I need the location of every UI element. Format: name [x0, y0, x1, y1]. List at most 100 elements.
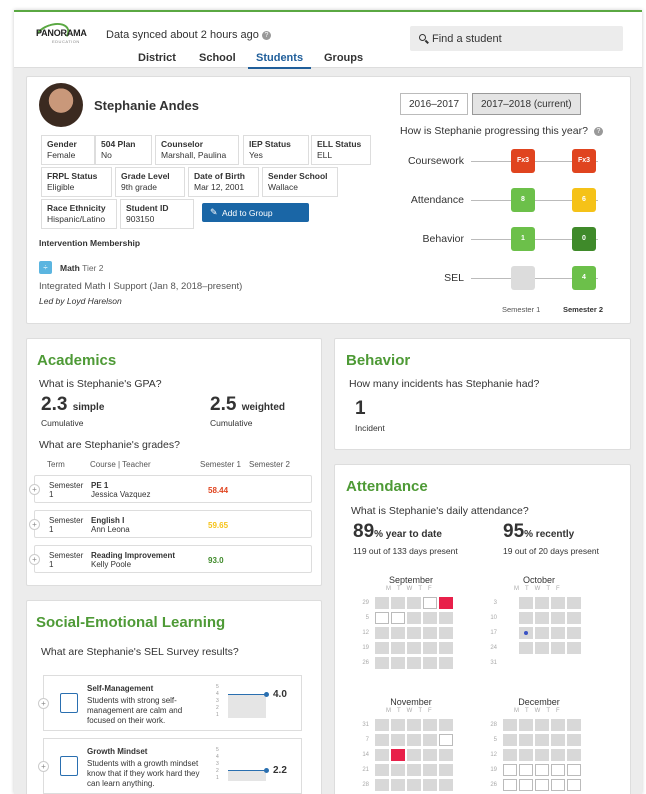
- progress-sem2-badge[interactable]: 4: [572, 266, 596, 290]
- calendar-day[interactable]: [375, 627, 389, 639]
- calendar-day[interactable]: [535, 749, 549, 761]
- calendar-day[interactable]: [391, 764, 405, 776]
- calendar-day[interactable]: [551, 612, 565, 624]
- calendar-day[interactable]: [439, 779, 453, 791]
- calendar-day[interactable]: [407, 779, 421, 791]
- progress-sem2-badge[interactable]: 6: [572, 188, 596, 212]
- calendar-day[interactable]: [423, 734, 437, 746]
- calendar-day[interactable]: [551, 642, 565, 654]
- calendar-day[interactable]: [375, 612, 389, 624]
- calendar-day[interactable]: [519, 764, 533, 776]
- calendar-day[interactable]: [423, 657, 437, 669]
- nav-groups[interactable]: Groups: [324, 52, 363, 64]
- calendar-day[interactable]: [375, 779, 389, 791]
- add-to-group-button[interactable]: ✎ Add to Group: [202, 203, 309, 222]
- calendar-day[interactable]: [439, 612, 453, 624]
- nav-district[interactable]: District: [138, 52, 176, 64]
- absent-day[interactable]: [439, 597, 453, 609]
- calendar-day[interactable]: [519, 779, 533, 791]
- calendar-day[interactable]: [423, 719, 437, 731]
- calendar-day[interactable]: [519, 612, 533, 624]
- calendar-day[interactable]: [407, 612, 421, 624]
- calendar-day[interactable]: [535, 642, 549, 654]
- calendar-day[interactable]: [567, 719, 581, 731]
- calendar-day[interactable]: [519, 749, 533, 761]
- sel-item[interactable]: + Growth Mindset Students with a growth mi…: [38, 738, 302, 794]
- expand-icon[interactable]: +: [38, 698, 49, 709]
- calendar-day[interactable]: [551, 749, 565, 761]
- calendar-day[interactable]: [535, 597, 549, 609]
- progress-sem1-badge[interactable]: Fx3: [511, 149, 535, 173]
- calendar-day[interactable]: [567, 734, 581, 746]
- calendar-day[interactable]: [551, 597, 565, 609]
- calendar-day[interactable]: [407, 627, 421, 639]
- calendar-day[interactable]: [567, 627, 581, 639]
- calendar-day[interactable]: [391, 627, 405, 639]
- calendar-day[interactable]: [423, 627, 437, 639]
- expand-icon[interactable]: +: [38, 761, 49, 772]
- calendar-day[interactable]: [407, 657, 421, 669]
- nav-students[interactable]: Students: [248, 52, 312, 69]
- calendar-day[interactable]: [439, 657, 453, 669]
- info-icon[interactable]: ?: [261, 31, 271, 40]
- calendar-day[interactable]: [551, 719, 565, 731]
- progress-sem1-badge[interactable]: 1: [511, 227, 535, 251]
- calendar-day[interactable]: [439, 749, 453, 761]
- sel-item[interactable]: + Self-Management Students with strong sel…: [38, 675, 302, 731]
- calendar-day[interactable]: [407, 597, 421, 609]
- search-input[interactable]: Find a student: [410, 26, 623, 51]
- calendar-day[interactable]: [423, 597, 437, 609]
- calendar-day[interactable]: [375, 597, 389, 609]
- calendar-day[interactable]: [535, 719, 549, 731]
- expand-icon[interactable]: +: [29, 554, 40, 565]
- progress-sem2-badge[interactable]: Fx3: [572, 149, 596, 173]
- calendar-day[interactable]: [423, 779, 437, 791]
- table-row[interactable]: + Semester 1 English I Ann Leona 59.65: [29, 510, 312, 538]
- calendar-day[interactable]: [375, 764, 389, 776]
- calendar-day[interactable]: [439, 719, 453, 731]
- calendar-day[interactable]: [407, 749, 421, 761]
- calendar-day[interactable]: [391, 657, 405, 669]
- calendar-day[interactable]: [439, 642, 453, 654]
- calendar-day[interactable]: [391, 597, 405, 609]
- calendar-day[interactable]: [551, 734, 565, 746]
- calendar-day[interactable]: [503, 779, 517, 791]
- calendar-day[interactable]: [375, 749, 389, 761]
- absent-day[interactable]: [391, 749, 405, 761]
- calendar-day[interactable]: [551, 627, 565, 639]
- calendar-day[interactable]: [407, 734, 421, 746]
- calendar-day[interactable]: [375, 642, 389, 654]
- calendar-day[interactable]: [391, 612, 405, 624]
- nav-school[interactable]: School: [199, 52, 236, 64]
- expand-icon[interactable]: +: [29, 484, 40, 495]
- calendar-day[interactable]: [567, 749, 581, 761]
- calendar-day[interactable]: [391, 734, 405, 746]
- calendar-day[interactable]: [519, 719, 533, 731]
- calendar-day[interactable]: [503, 749, 517, 761]
- calendar-day[interactable]: [423, 764, 437, 776]
- calendar-day[interactable]: [519, 627, 533, 639]
- calendar-day[interactable]: [423, 749, 437, 761]
- calendar-day[interactable]: [391, 642, 405, 654]
- calendar-day[interactable]: [551, 779, 565, 791]
- calendar-day[interactable]: [503, 719, 517, 731]
- calendar-day[interactable]: [519, 642, 533, 654]
- progress-sem2-badge[interactable]: 0: [572, 227, 596, 251]
- logo[interactable]: PANORAMA: [36, 28, 87, 38]
- calendar-day[interactable]: [439, 764, 453, 776]
- year-2017-button[interactable]: 2017–2018 (current): [472, 93, 581, 115]
- calendar-day[interactable]: [567, 779, 581, 791]
- calendar-day[interactable]: [535, 764, 549, 776]
- calendar-day[interactable]: [407, 719, 421, 731]
- progress-sem1-badge[interactable]: 8: [511, 188, 535, 212]
- calendar-day[interactable]: [375, 719, 389, 731]
- calendar-day[interactable]: [567, 597, 581, 609]
- calendar-day[interactable]: [375, 734, 389, 746]
- calendar-day[interactable]: [439, 627, 453, 639]
- calendar-day[interactable]: [503, 734, 517, 746]
- calendar-day[interactable]: [519, 734, 533, 746]
- calendar-day[interactable]: [519, 597, 533, 609]
- calendar-day[interactable]: [535, 612, 549, 624]
- calendar-day[interactable]: [503, 764, 517, 776]
- calendar-day[interactable]: [375, 657, 389, 669]
